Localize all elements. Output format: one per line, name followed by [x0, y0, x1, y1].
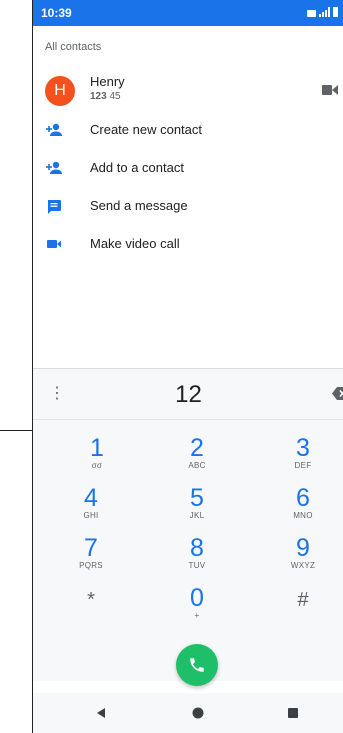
dialpad-key-6[interactable]: 6 MNO [273, 485, 333, 535]
call-button[interactable] [176, 644, 218, 686]
home-icon[interactable] [188, 703, 208, 723]
dialpad-key-2[interactable]: 2 ABC [167, 435, 227, 485]
message-icon [48, 200, 61, 214]
dialpad-key-8[interactable]: 8 TUV [167, 535, 227, 585]
key-digit: 6 [296, 484, 310, 512]
person-add-icon [46, 123, 62, 136]
action-label: Make video call [90, 236, 180, 251]
key-digit: 9 [296, 534, 310, 562]
contact-name: Henry [90, 74, 125, 89]
dialed-digits[interactable]: 12 [33, 381, 343, 409]
dialpad: ⋮ 12 1 σσ 2 ABC 3 DEF 4 GHI 5 JKL 6 MNO … [33, 368, 343, 681]
key-letters: TUV [188, 561, 206, 570]
signal-icon [319, 7, 330, 17]
key-letters: + [194, 611, 200, 620]
key-letters: GHI [83, 511, 99, 520]
dialpad-key-1[interactable]: 1 σσ [67, 435, 127, 485]
navigation-bar [33, 693, 343, 733]
key-digit: 8 [190, 534, 204, 562]
dialpad-key-0[interactable]: 0 + [167, 585, 227, 635]
dialpad-key-5[interactable]: 5 JKL [167, 485, 227, 535]
dialpad-key-9[interactable]: 9 WXYZ [273, 535, 333, 585]
action-label: Send a message [90, 198, 188, 213]
battery-icon [333, 7, 338, 17]
add-to-contact-row[interactable]: Add to a contact [33, 150, 343, 186]
dialpad-key-4[interactable]: 4 GHI [61, 485, 121, 535]
key-digit: 4 [84, 484, 98, 512]
digits-row: ⋮ 12 [33, 369, 343, 420]
videocam-icon[interactable] [322, 84, 338, 96]
action-label: Create new contact [90, 122, 203, 137]
make-video-call-row[interactable]: Make video call [33, 226, 343, 262]
create-new-contact-row[interactable]: Create new contact [33, 112, 343, 148]
videocam-icon [47, 240, 61, 248]
number-match-highlight: 123 [90, 91, 107, 102]
recents-icon[interactable] [283, 703, 303, 723]
notification-icon [307, 10, 316, 17]
key-letters: DEF [294, 461, 312, 470]
action-label: Add to a contact [90, 160, 184, 175]
key-letters: PQRS [79, 561, 103, 570]
phone-icon [190, 658, 204, 672]
key-digit: 1 [90, 434, 104, 462]
key-letters: WXYZ [290, 561, 316, 570]
key-symbol: # [297, 589, 309, 611]
dialpad-key-3[interactable]: 3 DEF [273, 435, 333, 485]
number-rest: 45 [106, 91, 121, 102]
status-bar: 10:39 [33, 0, 343, 26]
key-letters: MNO [293, 511, 313, 520]
send-message-row[interactable]: Send a message [33, 188, 343, 224]
phone-screen: 10:39 All contacts H Henry 123 45 Create… [32, 0, 343, 733]
key-symbol: * [87, 589, 95, 611]
person-add-icon [46, 161, 62, 174]
back-icon[interactable] [91, 703, 111, 723]
dialpad-key-star[interactable]: * [61, 585, 121, 635]
key-digit: 2 [190, 434, 204, 462]
dialpad-key-pound[interactable]: # [273, 585, 333, 635]
key-digit: 5 [190, 484, 204, 512]
key-digit: 7 [84, 534, 98, 562]
contact-number: 123 45 [90, 91, 121, 102]
voicemail-icon: σσ [91, 461, 103, 470]
key-letters: ABC [188, 461, 206, 470]
backspace-icon[interactable] [332, 387, 343, 400]
status-time: 10:39 [41, 6, 72, 20]
status-icons [307, 7, 338, 17]
contact-suggestions: All contacts H Henry 123 45 Create new c… [33, 26, 343, 368]
dialpad-key-7[interactable]: 7 PQRS [61, 535, 121, 585]
avatar: H [45, 76, 75, 106]
key-letters: JKL [189, 511, 205, 520]
section-title: All contacts [45, 41, 102, 53]
key-digit: 3 [296, 434, 310, 462]
key-digit: 0 [190, 584, 204, 612]
